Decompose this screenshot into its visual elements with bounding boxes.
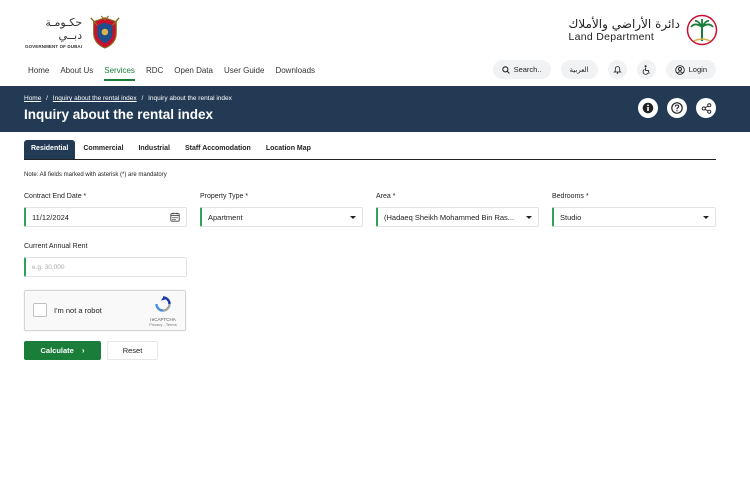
header-actions: Search.. العربية Login [492, 60, 716, 79]
reset-label: Reset [122, 346, 143, 355]
main-nav: Home About Us Services RDC Open Data Use… [28, 63, 326, 81]
recaptcha-branding: reCAPTCHA Privacy - Terms [147, 296, 179, 327]
bell-icon [612, 66, 622, 74]
government-of-dubai-logo[interactable]: حكـومـة دبــي GOVERNMENT OF DUBAI [22, 12, 122, 52]
calculate-label: Calculate [40, 346, 74, 355]
chevron-down-icon [703, 215, 709, 219]
current-annual-rent-input[interactable] [32, 263, 180, 271]
ld-logo-english: Land Department [568, 31, 655, 43]
banner-actions [638, 98, 716, 118]
nav-services[interactable]: Services [104, 63, 135, 81]
property-type-select[interactable]: Apartment [200, 207, 363, 227]
page-title: Inquiry about the rental index [24, 107, 214, 122]
contract-end-date-label: Contract End Date * [24, 193, 87, 200]
tab-residential[interactable]: Residential [24, 140, 76, 159]
nav-downloads[interactable]: Downloads [275, 63, 315, 81]
help-icon [671, 102, 683, 114]
search-label: Search.. [513, 65, 542, 74]
info-button[interactable] [638, 98, 658, 118]
share-icon [701, 102, 711, 114]
land-department-logo[interactable]: دائرة الأراضي والأملاك Land Department [568, 14, 718, 46]
palm-tree-icon [686, 14, 718, 46]
contract-end-date-value: 11/12/2024 [32, 212, 69, 222]
login-button[interactable]: Login [665, 60, 716, 79]
page-banner: Home / Inquiry about the rental index / … [0, 86, 750, 132]
recaptcha-privacy-terms-link[interactable]: Privacy - Terms [147, 322, 179, 327]
dubai-emblem-icon [90, 15, 120, 49]
property-type-value: Apartment [208, 212, 243, 222]
gov-logo-english: GOVERNMENT OF DUBAI [24, 43, 83, 49]
help-button[interactable] [667, 98, 687, 118]
breadcrumb-separator: / [141, 95, 144, 102]
gov-logo-arabic: حكـومـة دبــي [45, 15, 83, 42]
info-icon [642, 102, 654, 114]
breadcrumb-home[interactable]: Home [24, 95, 41, 102]
property-type-tabs: Residential Commercial Industrial Staff … [24, 140, 716, 160]
bedrooms-select[interactable]: Studio [552, 207, 716, 227]
area-select[interactable]: (Hadaeq Sheikh Mohammed Bin Ras... [376, 207, 539, 227]
tab-location-map[interactable]: Location Map [259, 140, 318, 159]
bedrooms-value: Studio [560, 212, 582, 222]
breadcrumb-parent[interactable]: Inquiry about the rental index [53, 95, 137, 102]
nav-open-data[interactable]: Open Data [174, 63, 213, 81]
arabic-language-button[interactable]: العربية [560, 60, 598, 79]
accessibility-button[interactable] [636, 60, 656, 79]
property-type-label: Property Type * [200, 193, 249, 200]
breadcrumb-current: Inquiry about the rental index [148, 95, 232, 102]
nav-user-guide[interactable]: User Guide [224, 63, 264, 81]
page: حكـومـة دبــي GOVERNMENT OF DUBAI دائرة … [0, 0, 750, 500]
contract-end-date-input[interactable]: 11/12/2024 [24, 207, 187, 227]
accessibility-icon [642, 64, 650, 75]
recaptcha-label: I'm not a robot [54, 306, 102, 315]
nav-about-us[interactable]: About Us [60, 63, 93, 81]
recaptcha-widget: I'm not a robot reCAPTCHA Privacy - Term… [24, 290, 186, 331]
notifications-button[interactable] [607, 60, 627, 79]
share-button[interactable] [696, 98, 716, 118]
breadcrumb: Home / Inquiry about the rental index / … [24, 95, 235, 102]
recaptcha-icon [155, 296, 171, 312]
recaptcha-checkbox[interactable] [33, 303, 47, 317]
search-button[interactable]: Search.. [492, 60, 551, 79]
chevron-down-icon [526, 215, 532, 219]
breadcrumb-separator: / [46, 95, 48, 102]
arabic-label: العربية [569, 65, 589, 74]
current-annual-rent-label: Current Annual Rent [24, 243, 88, 250]
bedrooms-label: Bedrooms * [552, 193, 589, 200]
area-value: (Hadaeq Sheikh Mohammed Bin Ras... [384, 212, 515, 222]
nav-rdc[interactable]: RDC [146, 63, 163, 81]
mandatory-fields-note: Note: All fields marked with asterisk (*… [24, 172, 167, 178]
tab-commercial[interactable]: Commercial [76, 140, 130, 159]
calendar-icon[interactable] [170, 212, 180, 222]
ld-logo-arabic: دائرة الأراضي والأملاك [568, 17, 680, 31]
calculate-button[interactable]: Calculate › [24, 341, 101, 360]
chevron-down-icon [350, 215, 356, 219]
user-icon [674, 64, 685, 75]
tab-staff-accomodation[interactable]: Staff Accomodation [178, 140, 258, 159]
tab-industrial[interactable]: Industrial [131, 140, 177, 159]
reset-button[interactable]: Reset [107, 341, 158, 360]
area-label: Area * [376, 193, 396, 200]
login-label: Login [688, 65, 707, 74]
chevron-right-icon: › [81, 346, 85, 355]
nav-home[interactable]: Home [28, 63, 49, 81]
search-icon [501, 65, 510, 74]
current-annual-rent-field [24, 257, 187, 277]
